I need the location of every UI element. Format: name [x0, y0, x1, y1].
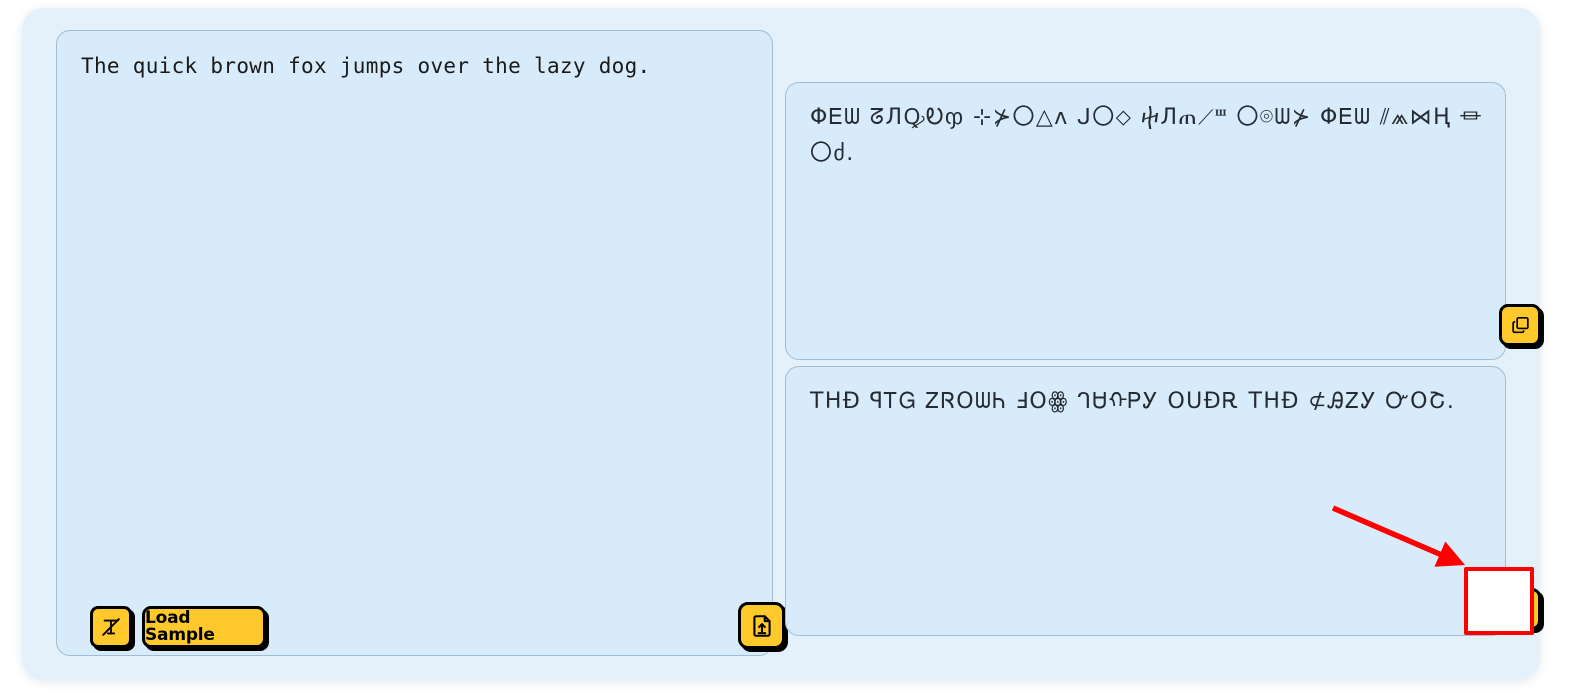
letter-output-text: ΤΗƉ ꟼᎢᏀ ᏃᏒOᗯᏂ ℲOꙮ ᒉᏌᠬᏢᎩ OUƉᎡ ΤΗƉ ⊄ᎯᏃᎩ ᏅO…	[810, 389, 1456, 414]
copy-icon	[1511, 316, 1529, 333]
source-text-input[interactable]: The quick brown fox jumps over the lazy …	[57, 31, 772, 84]
app-root: The quick brown fox jumps over the lazy …	[0, 0, 1572, 699]
letter-output-panel[interactable]: ΤΗƉ ꟼᎢᏀ ᏃᏒOᗯᏂ ℲOꙮ ᒉᏌᠬᏢᎩ OUƉᎡ ΤΗƉ ⊄ᎯᏃᎩ ᏅO…	[785, 366, 1506, 636]
copy-button-1[interactable]	[1499, 304, 1541, 346]
load-sample-label: Load Sample	[145, 608, 215, 645]
clear-text-button[interactable]	[90, 606, 132, 648]
symbol-output-text: ΦᎬᗯ ᘔЛꝘᎧჶ ⊹⊁〇△ʌ ᒍ〇⬦ ⴕЛጠ⟋ⱎ 〇⌾ᗯ⊁ ΦᎬᗯ ⫽⩕⋈Ⱨ …	[810, 105, 1483, 167]
clear-text-icon	[102, 618, 120, 636]
copy-button-2[interactable]	[1499, 588, 1541, 630]
copy-icon	[1511, 600, 1529, 617]
main-card: The quick brown fox jumps over the lazy …	[22, 8, 1541, 680]
file-upload-icon	[752, 614, 771, 637]
source-text-panel[interactable]: The quick brown fox jumps over the lazy …	[56, 30, 773, 656]
upload-file-button[interactable]	[738, 602, 785, 649]
symbol-output-panel[interactable]: ΦᎬᗯ ᘔЛꝘᎧჶ ⊹⊁〇△ʌ ᒍ〇⬦ ⴕЛጠ⟋ⱎ 〇⌾ᗯ⊁ ΦᎬᗯ ⫽⩕⋈Ⱨ …	[785, 82, 1506, 360]
load-sample-button[interactable]: Load Sample	[142, 606, 266, 648]
